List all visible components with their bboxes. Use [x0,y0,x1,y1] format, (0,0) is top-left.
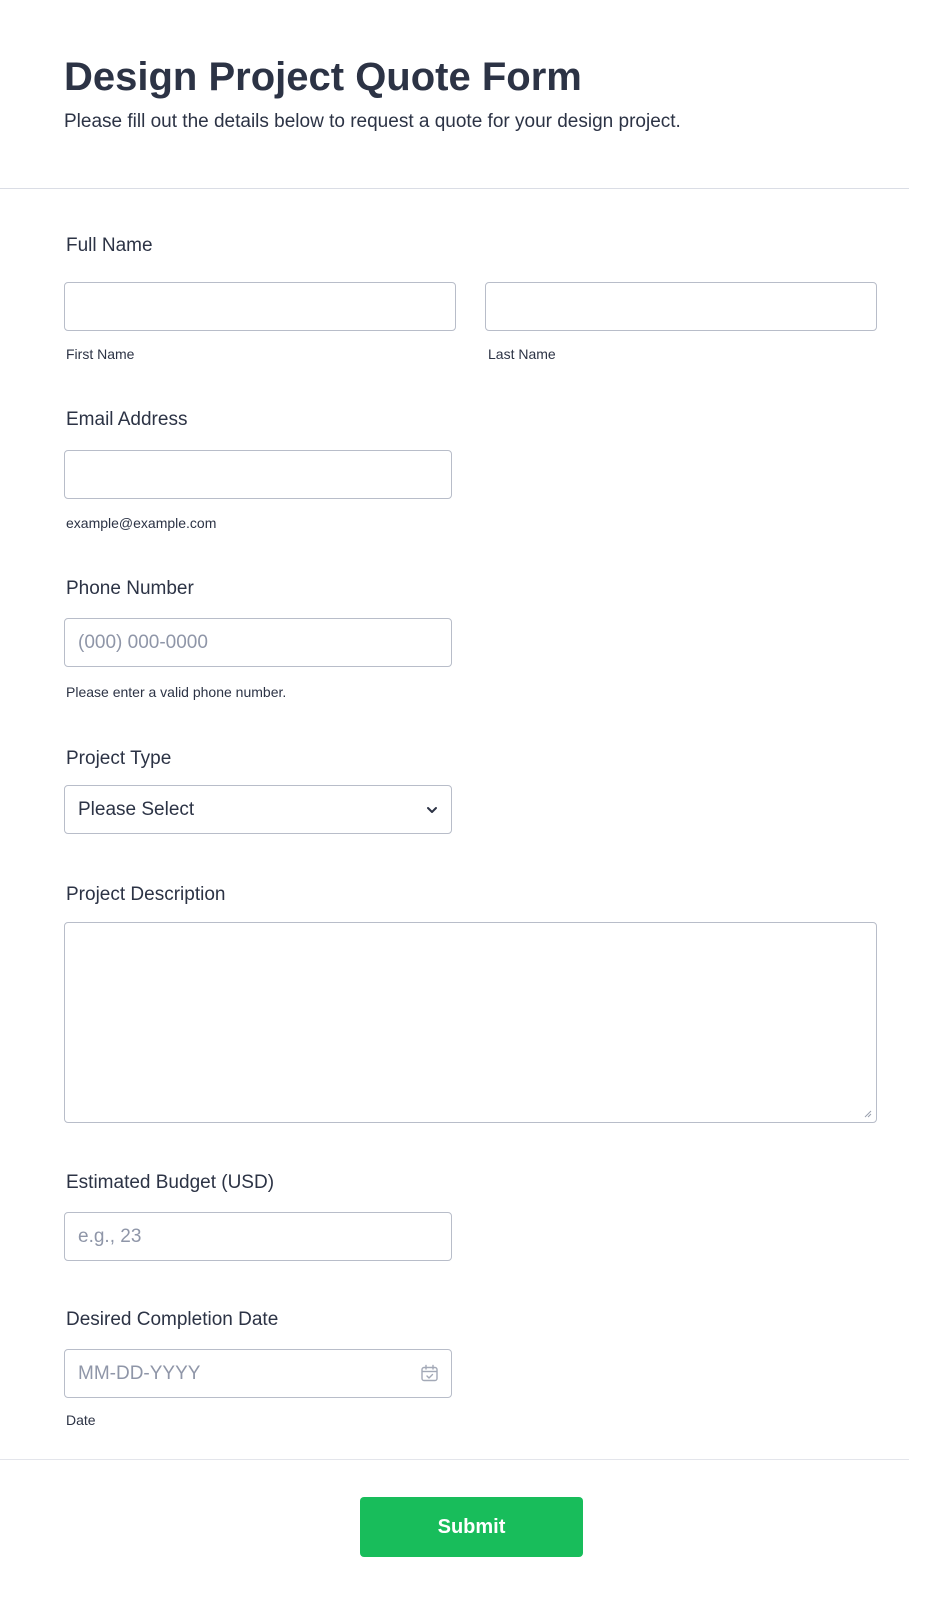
completion-date-input[interactable]: MM-DD-YYYY [64,1349,452,1398]
project-description-textarea[interactable] [64,922,877,1123]
calendar-icon[interactable] [420,1364,439,1383]
budget-label: Estimated Budget (USD) [66,1172,275,1193]
budget-input[interactable] [64,1212,452,1261]
chevron-down-icon [427,807,437,813]
completion-date-label: Desired Completion Date [66,1309,279,1330]
page-title: Design Project Quote Form [64,55,582,99]
footer-divider [0,1459,909,1460]
last-name-sublabel: Last Name [488,346,556,362]
first-name-input[interactable] [64,282,456,331]
first-name-sublabel: First Name [66,346,135,362]
last-name-input[interactable] [485,282,877,331]
form-header: Design Project Quote Form Please fill ou… [0,0,909,189]
phone-input[interactable] [64,618,452,667]
resize-grip-icon[interactable] [862,1108,872,1118]
completion-date-placeholder: MM-DD-YYYY [78,1363,201,1384]
phone-sublabel: Please enter a valid phone number. [66,684,287,700]
phone-label: Phone Number [66,578,194,599]
email-sublabel: example@example.com [66,515,217,531]
project-description-label: Project Description [66,884,226,905]
project-type-label: Project Type [66,748,172,769]
submit-button[interactable]: Submit [360,1497,583,1557]
email-label: Email Address [66,409,188,430]
project-type-selected-value: Please Select [78,799,195,820]
project-type-select[interactable]: Please Select [64,785,452,834]
full-name-label: Full Name [66,235,153,256]
completion-date-sublabel: Date [66,1412,96,1428]
page-subtitle: Please fill out the details below to req… [64,111,681,132]
email-input[interactable] [64,450,452,499]
